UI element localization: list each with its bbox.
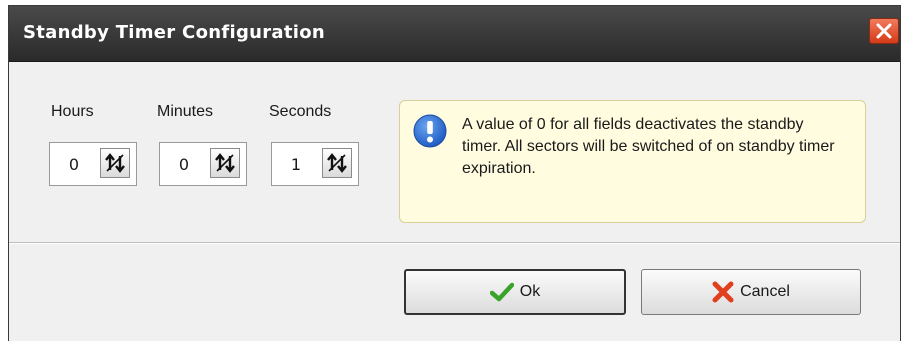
info-box: A value of 0 for all fields deactivates … (399, 100, 866, 223)
divider (9, 242, 900, 244)
minutes-value[interactable]: 0 (160, 155, 208, 174)
standby-timer-dialog: Standby Timer Configuration Hours 0 Minu… (8, 5, 901, 341)
hours-spinner[interactable]: 0 (49, 142, 137, 186)
title-bar[interactable]: Standby Timer Configuration (9, 6, 900, 62)
minutes-spin-button[interactable] (210, 148, 240, 178)
hours-label: Hours (51, 103, 94, 120)
seconds-value[interactable]: 1 (272, 155, 320, 174)
info-icon (413, 114, 447, 148)
seconds-label: Seconds (269, 103, 332, 120)
checkmark-icon (489, 282, 514, 302)
hours-spin-button[interactable] (100, 148, 130, 178)
close-button[interactable] (869, 18, 899, 44)
cancel-button[interactable]: Cancel (641, 269, 861, 315)
ok-label: Ok (519, 283, 541, 300)
window-title: Standby Timer Configuration (23, 22, 326, 43)
x-icon (712, 281, 734, 303)
info-message: A value of 0 for all fields deactivates … (462, 116, 835, 177)
hours-value[interactable]: 0 (50, 155, 98, 174)
seconds-spin-button[interactable] (322, 148, 352, 178)
up-down-arrows-icon (327, 153, 347, 173)
close-icon (876, 23, 892, 39)
up-down-arrows-icon (215, 153, 235, 173)
up-down-arrows-icon (105, 153, 125, 173)
ok-button[interactable]: Ok (404, 269, 626, 315)
minutes-label: Minutes (157, 103, 214, 120)
seconds-spinner[interactable]: 1 (271, 142, 359, 186)
cancel-label: Cancel (740, 283, 790, 300)
minutes-spinner[interactable]: 0 (159, 142, 247, 186)
